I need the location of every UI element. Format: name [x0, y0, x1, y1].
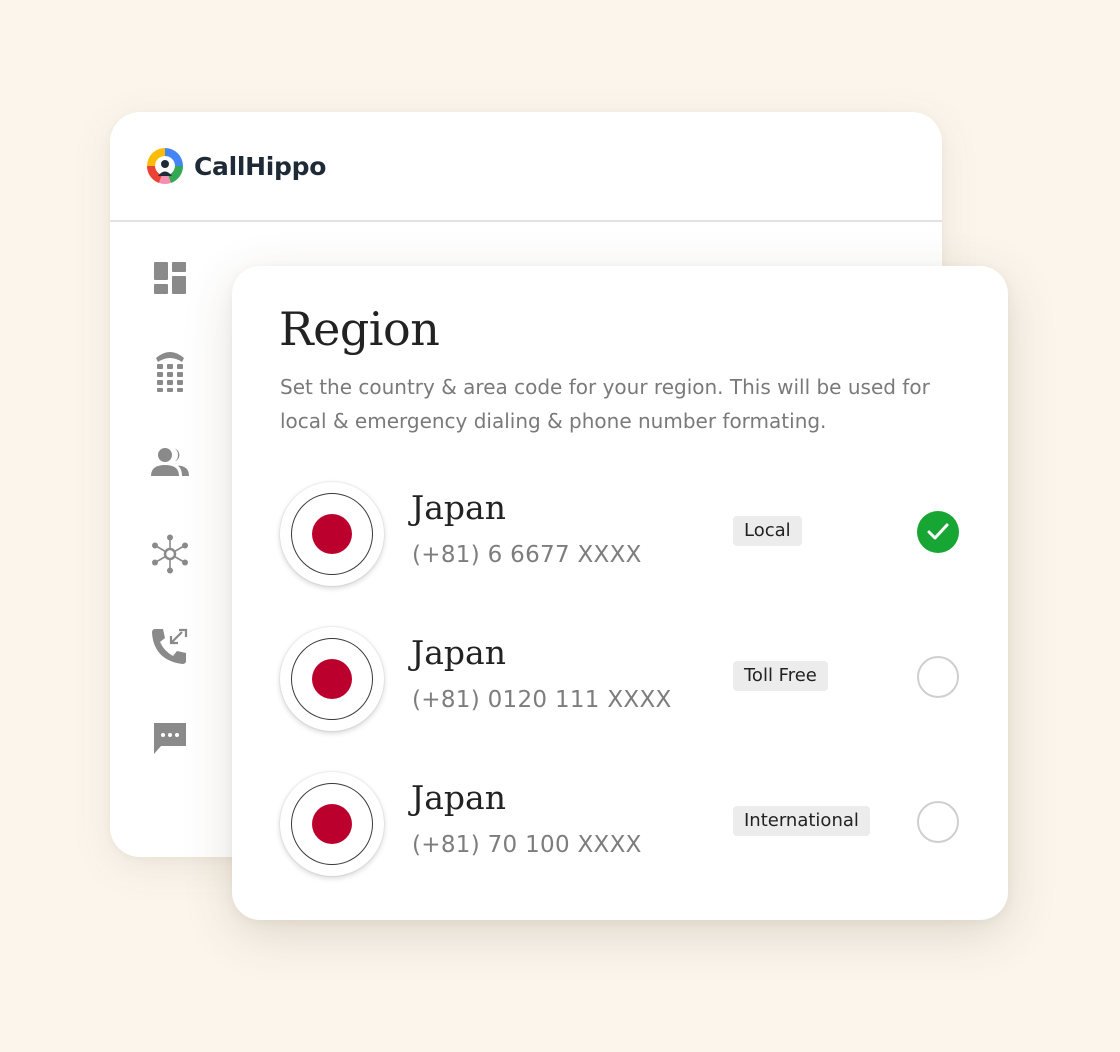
phone-number: (+81) 0120 111 XXXX [412, 687, 672, 713]
region-option-international[interactable]: Japan (+81) 70 100 XXXX International [232, 772, 1008, 882]
japan-flag-icon [280, 627, 384, 731]
region-option-toll-free[interactable]: Japan (+81) 0120 111 XXXX Toll Free [232, 627, 1008, 737]
radio-button[interactable] [917, 801, 959, 843]
dialpad-phone-icon [156, 352, 184, 392]
region-option-local[interactable]: Japan (+81) 6 6677 XXXX Local [232, 482, 1008, 592]
callhippo-logo-icon [146, 148, 184, 185]
sidebar-item-call-logs[interactable] [144, 620, 196, 672]
messages-icon [154, 723, 186, 754]
japan-flag-icon [280, 772, 384, 876]
users-icon [151, 448, 189, 476]
region-card: Region Set the country & area code for y… [232, 266, 1008, 920]
sidebar [144, 252, 196, 804]
dashboard-icon [154, 262, 186, 294]
sidebar-item-integrations[interactable] [144, 528, 196, 580]
country-name: Japan [411, 778, 506, 817]
country-name: Japan [411, 488, 506, 527]
japan-flag-icon [280, 482, 384, 586]
logo-text: CallHippo [194, 151, 327, 181]
app-header: CallHippo [110, 112, 942, 222]
sidebar-item-messages[interactable] [144, 712, 196, 764]
number-type-badge: International [733, 806, 870, 836]
number-type-badge: Local [733, 516, 802, 546]
radio-button[interactable] [917, 656, 959, 698]
phone-number: (+81) 6 6677 XXXX [412, 542, 642, 568]
selected-check-icon[interactable] [917, 511, 959, 553]
call-logs-icon [152, 628, 188, 664]
region-title: Region [279, 302, 440, 356]
sidebar-item-dashboard[interactable] [144, 252, 196, 304]
callhippo-logo[interactable]: CallHippo [144, 145, 326, 187]
sidebar-item-dialpad[interactable] [144, 344, 196, 396]
country-name: Japan [411, 633, 506, 672]
sidebar-item-users[interactable] [144, 436, 196, 488]
phone-number: (+81) 70 100 XXXX [412, 832, 642, 858]
region-description: Set the country & area code for your reg… [280, 375, 930, 433]
integrations-icon [152, 534, 188, 574]
number-type-badge: Toll Free [733, 661, 828, 691]
